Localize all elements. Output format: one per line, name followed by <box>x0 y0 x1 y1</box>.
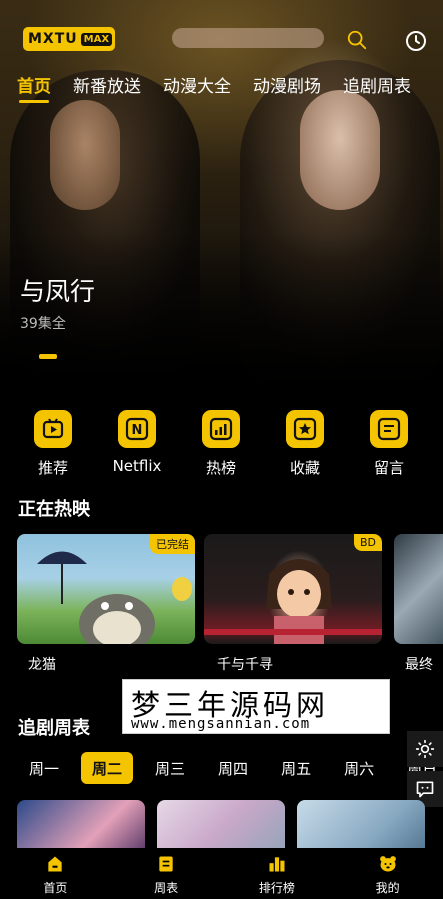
watermark-overlay: 梦三年源码网 www.mengsannian.com <box>122 679 390 734</box>
schedule-poster[interactable] <box>297 800 425 848</box>
weekday-tabs: 周一 周二 周三 周四 周五 周六 周日 <box>18 752 443 784</box>
theme-toggle-button[interactable] <box>407 731 443 767</box>
card-title: 千与千寻 <box>217 657 273 673</box>
quick-recommend[interactable]: 推荐 <box>11 410 95 478</box>
tab-weekly-schedule[interactable]: 追剧周表 <box>343 72 411 97</box>
tab-new-releases[interactable]: 新番放送 <box>73 72 141 97</box>
quick-netflix-label: Netflix <box>112 457 162 475</box>
schedule-list <box>17 800 443 848</box>
status-badge: BD <box>353 534 382 551</box>
quick-messages-label: 留言 <box>373 459 404 477</box>
hero-image-face-left <box>50 100 120 210</box>
watermark-url: www.mengsannian.com <box>131 716 311 732</box>
sun-icon <box>415 739 435 759</box>
now-showing-list: 已完结 BD 龙猫 千与千寻 最终 <box>17 534 443 674</box>
nav-home[interactable]: 首页 <box>0 848 111 899</box>
nav-profile-label: 我的 <box>375 881 400 895</box>
nav-ranking[interactable]: 排行榜 <box>222 848 333 899</box>
quick-messages[interactable]: 留言 <box>347 410 431 478</box>
schedule-title: 追剧周表 <box>18 718 90 739</box>
home-icon <box>48 856 63 872</box>
quick-actions: 推荐 N Netflix 热榜 收藏 留言 <box>0 410 443 478</box>
tab-friday[interactable]: 周五 <box>270 752 322 784</box>
bottom-nav: 首页 周表 排行榜 我的 <box>0 848 443 899</box>
search-input[interactable] <box>172 28 324 48</box>
nav-ranking-label: 排行榜 <box>258 881 295 895</box>
now-showing-title: 正在热映 <box>18 499 90 520</box>
quick-hot-chart-label: 热榜 <box>205 459 236 477</box>
tab-wednesday[interactable]: 周三 <box>144 752 196 784</box>
message-icon <box>370 410 408 448</box>
quick-hot-chart[interactable]: 热榜 <box>179 410 263 478</box>
tab-home[interactable]: 首页 <box>17 72 51 103</box>
schedule-poster[interactable] <box>17 800 145 848</box>
now-showing-card[interactable]: BD <box>204 534 382 644</box>
carousel-indicator <box>39 354 57 359</box>
card-title: 龙猫 <box>28 657 56 673</box>
app-logo: MXTU MAX <box>23 27 116 51</box>
quick-netflix[interactable]: N Netflix <box>95 410 179 478</box>
quick-favorites-label: 收藏 <box>289 459 320 477</box>
profile-bear-icon <box>379 856 396 872</box>
nav-schedule[interactable]: 周表 <box>111 848 222 899</box>
chat-bubble-icon <box>416 781 434 798</box>
recommend-icon <box>34 410 72 448</box>
card-title: 最终 <box>405 657 433 673</box>
nav-schedule-label: 周表 <box>154 881 179 895</box>
quick-favorites[interactable]: 收藏 <box>263 410 347 478</box>
schedule-poster[interactable] <box>157 800 285 848</box>
nav-profile[interactable]: 我的 <box>332 848 443 899</box>
hot-chart-icon <box>202 410 240 448</box>
schedule-icon <box>159 856 173 872</box>
hero-episode-count: 39集全 <box>20 316 66 332</box>
hero-banner[interactable] <box>0 0 443 392</box>
hero-gradient <box>0 232 443 392</box>
status-badge: 已完结 <box>150 534 195 554</box>
top-tabs: 首页 新番放送 动漫大全 动漫剧场 追剧周表 <box>17 72 433 103</box>
tab-thursday[interactable]: 周四 <box>207 752 259 784</box>
hero-image-face-right <box>300 90 380 210</box>
quick-recommend-label: 推荐 <box>37 459 68 477</box>
svg-text:N: N <box>132 423 143 438</box>
spirited-away-thumbnail <box>204 559 382 644</box>
tab-anime-theater[interactable]: 动漫剧场 <box>253 72 321 97</box>
history-clock-icon[interactable] <box>404 29 428 53</box>
netflix-icon: N <box>118 410 156 448</box>
search-icon[interactable] <box>346 29 368 51</box>
hero-title[interactable]: 与凤行 <box>20 272 95 308</box>
tab-monday[interactable]: 周一 <box>18 752 70 784</box>
tab-anime-collection[interactable]: 动漫大全 <box>163 72 231 97</box>
tab-tuesday[interactable]: 周二 <box>81 752 134 784</box>
favorite-star-icon <box>286 410 324 448</box>
nav-home-label: 首页 <box>43 881 68 895</box>
now-showing-card[interactable]: 已完结 <box>17 534 195 644</box>
tab-saturday[interactable]: 周六 <box>333 752 385 784</box>
ranking-icon <box>269 857 285 872</box>
logo-badge: MAX <box>80 32 113 46</box>
now-showing-card[interactable] <box>394 534 443 644</box>
logo-text: MXTU <box>28 31 78 47</box>
